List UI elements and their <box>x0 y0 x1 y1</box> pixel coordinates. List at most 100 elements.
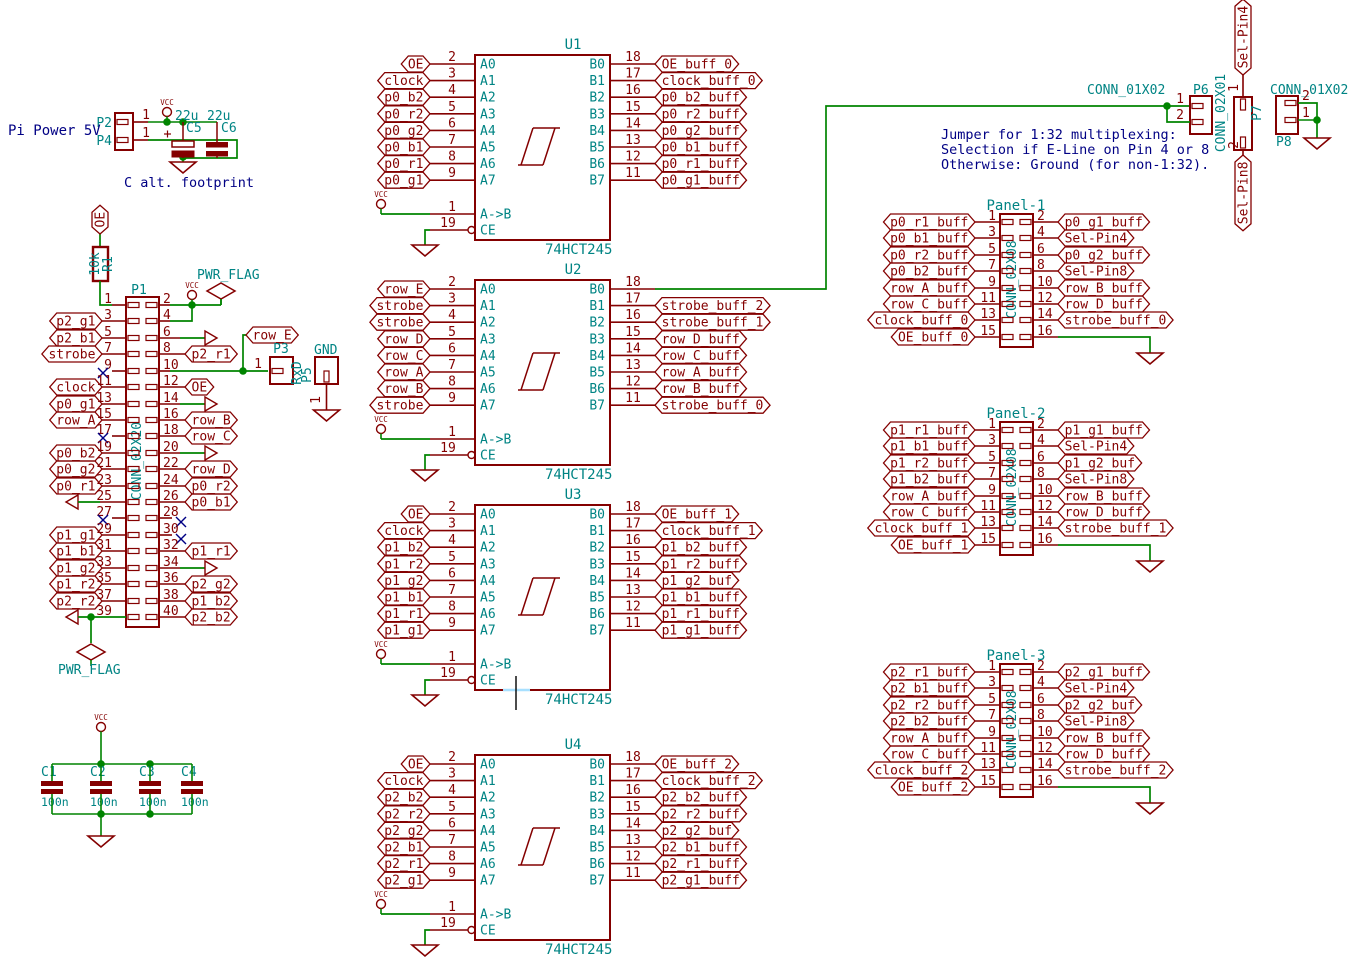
net-label-p0_g1[interactable]: p0_g1 <box>378 172 430 189</box>
component-P1[interactable]: P1CONN_02X20 <box>126 283 159 627</box>
net-label-row_C_buff[interactable]: row_C_buff <box>884 296 976 313</box>
net-label-p2_b1_buff[interactable]: p2_b1_buff <box>884 680 976 697</box>
pin-P1-32[interactable]: 32 <box>159 538 185 553</box>
net-label-Sel-Pin4[interactable]: Sel-Pin4 <box>1058 680 1134 697</box>
pin-U3-2[interactable]: 2A0 <box>430 500 496 523</box>
net-label-p0_r1[interactable]: p0_r1 <box>50 478 102 495</box>
note-c-alt-footprint[interactable]: C alt. footprint <box>124 175 254 191</box>
note-pi-power[interactable]: Pi Power 5V <box>8 123 101 139</box>
net-label-OE[interactable]: OE <box>401 56 430 73</box>
net-label-p0_b1[interactable]: p0_b1 <box>378 139 430 156</box>
gnd-triangle-icon[interactable] <box>170 162 196 173</box>
pin-Panel-2-14[interactable]: 14 <box>1033 515 1058 530</box>
net-label-p1_r1_buff[interactable]: p1_r1_buff <box>884 422 976 439</box>
pwr-flag-diamond-icon[interactable]: PWR_FLAG <box>197 268 260 305</box>
net-label-strobe_buff_0[interactable]: strobe_buff_0 <box>655 397 770 414</box>
net-label-row_E[interactable]: row_E <box>378 281 430 298</box>
net-label-row_C[interactable]: row_C <box>378 347 430 364</box>
net-label-p0_g2_buff[interactable]: p0_g2_buff <box>1058 247 1150 264</box>
pin-Panel-2-10[interactable]: 10 <box>1033 483 1058 498</box>
pin-U1-18[interactable]: 18B0 <box>589 50 655 73</box>
component-P2-P4-power-header[interactable]: P2P411 <box>96 108 150 150</box>
pin-Panel-3-5[interactable]: 5 <box>975 692 1000 707</box>
net-label-Sel-Pin8[interactable]: Sel-Pin8 <box>1235 155 1252 231</box>
pin-Panel-2-11[interactable]: 11 <box>975 499 1000 514</box>
net-label-OE_buff_0[interactable]: OE_buff_0 <box>655 56 739 73</box>
component-P7[interactable]: 12P7CONN_02X01 <box>1214 74 1265 155</box>
net-label-p1_g2[interactable]: p1_g2 <box>50 560 102 577</box>
net-label-p1_r1[interactable]: p1_r1 <box>185 543 237 560</box>
net-label-p1_b1[interactable]: p1_b1 <box>378 589 430 606</box>
pin-Panel-3-4[interactable]: 4 <box>1033 675 1058 690</box>
vcc-circle-icon[interactable]: VCC <box>374 890 388 914</box>
pin-Panel-1-4[interactable]: 4 <box>1033 225 1058 240</box>
net-label-p2_g2[interactable]: p2_g2 <box>378 822 430 839</box>
net-label-p2_r2_buff[interactable]: p2_r2_buff <box>884 697 976 714</box>
net-label-strobe[interactable]: strobe <box>42 346 102 363</box>
wire-Panel-2-gnd[interactable] <box>1058 545 1150 561</box>
net-label-clock_buff_0[interactable]: clock_buff_0 <box>655 73 762 90</box>
net-label-p0_g1_buff[interactable]: p0_g1_buff <box>1058 214 1150 231</box>
net-label-p2_r1[interactable]: p2_r1 <box>378 856 430 873</box>
pin-U3-18[interactable]: 18B0 <box>589 500 655 523</box>
pin-Panel-2-8[interactable]: 8 <box>1033 466 1058 481</box>
net-label-p0_r2[interactable]: p0_r2 <box>185 478 237 495</box>
pin-P1-12[interactable]: 12 <box>159 374 185 389</box>
component-P8[interactable]: P8CONN_01X0221 <box>1270 83 1348 150</box>
pin-Panel-2-16[interactable]: 16 <box>1033 532 1058 547</box>
gnd-triangle-icon[interactable] <box>1137 561 1163 572</box>
pin-P1-33[interactable]: 33 <box>96 555 126 570</box>
pin-Panel-2-6[interactable]: 6 <box>1033 450 1058 465</box>
net-label-strobe[interactable]: strobe <box>370 314 430 331</box>
pin-Panel-3-14[interactable]: 14 <box>1033 757 1058 772</box>
pin-Panel-2-13[interactable]: 13 <box>975 515 1000 530</box>
net-label-p0_b2[interactable]: p0_b2 <box>50 445 102 462</box>
net-label-p1_b1[interactable]: p1_b1 <box>50 543 102 560</box>
gnd-triangle-icon[interactable] <box>1137 353 1163 364</box>
vcc-circle-icon[interactable]: VCC <box>374 190 388 214</box>
net-label-p1_g1[interactable]: p1_g1 <box>378 622 430 639</box>
net-label-p1_b1_buff[interactable]: p1_b1_buff <box>655 589 747 606</box>
net-label-row_B_buff[interactable]: row_B_buff <box>655 381 747 398</box>
component-C4[interactable]: C4100n <box>181 764 209 814</box>
net-label-clock_buff_0[interactable]: clock_buff_0 <box>868 312 975 329</box>
net-label-clock[interactable]: clock <box>50 379 102 396</box>
pin-P1-16[interactable]: 16 <box>159 407 185 422</box>
net-label-row_A_buff[interactable]: row_A_buff <box>884 280 976 297</box>
decoupling-cap-bank[interactable] <box>52 737 192 836</box>
pin-Panel-1-11[interactable]: 11 <box>975 291 1000 306</box>
net-label-p1_g2_buf[interactable]: p1_g2_buf <box>1058 455 1142 472</box>
net-label-row_E[interactable]: row_E <box>246 327 298 344</box>
net-label-p2_r1_buff[interactable]: p2_r1_buff <box>655 856 747 873</box>
pin-Panel-3-10[interactable]: 10 <box>1033 725 1058 740</box>
net-label-row_C_buff[interactable]: row_C_buff <box>884 746 976 763</box>
net-label-p0_b1_buff[interactable]: p0_b1_buff <box>655 139 747 156</box>
net-label-strobe_buff_1[interactable]: strobe_buff_1 <box>1058 520 1173 537</box>
net-label-Sel-Pin8[interactable]: Sel-Pin8 <box>1058 263 1134 280</box>
open-arrow-icon[interactable] <box>205 397 217 411</box>
vcc-circle-icon[interactable]: VCC <box>185 281 199 305</box>
wire-Panel-3-gnd[interactable] <box>1058 787 1150 803</box>
net-label-p1_r2[interactable]: p1_r2 <box>50 576 102 593</box>
net-label-p1_r1_buff[interactable]: p1_r1_buff <box>655 606 747 623</box>
net-label-row_B[interactable]: row_B <box>378 381 430 398</box>
pin-P1-4[interactable]: 4 <box>159 305 192 323</box>
net-label-p2_b1[interactable]: p2_b1 <box>50 330 102 347</box>
pin-Panel-2-12[interactable]: 12 <box>1033 499 1058 514</box>
net-label-OE_buff_2[interactable]: OE_buff_2 <box>655 756 739 773</box>
pin-P1-7[interactable]: 7 <box>102 341 126 356</box>
net-label-row_D_buff[interactable]: row_D_buff <box>655 331 747 348</box>
open-arrow-icon[interactable] <box>66 495 78 509</box>
pin-Panel-1-5[interactable]: 5 <box>975 242 1000 257</box>
note-jumper-line-3[interactable]: Otherwise: Ground (for non-1:32). <box>941 157 1209 173</box>
vcc-circle-icon[interactable]: VCC <box>160 98 174 122</box>
net-label-p0_r1[interactable]: p0_r1 <box>378 156 430 173</box>
pin-U2-2[interactable]: 2A0 <box>430 275 496 298</box>
net-label-Sel-Pin4[interactable]: Sel-Pin4 <box>1058 438 1134 455</box>
net-label-p2_g2[interactable]: p2_g2 <box>185 576 237 593</box>
net-label-OE[interactable]: OE <box>401 506 430 523</box>
net-label-clock_buff_2[interactable]: clock_buff_2 <box>868 762 975 779</box>
pin-Panel-2-7[interactable]: 7 <box>975 466 1000 481</box>
net-label-row_D_buff[interactable]: row_D_buff <box>1058 296 1150 313</box>
vcc-circle-icon[interactable]: VCC <box>94 713 108 737</box>
